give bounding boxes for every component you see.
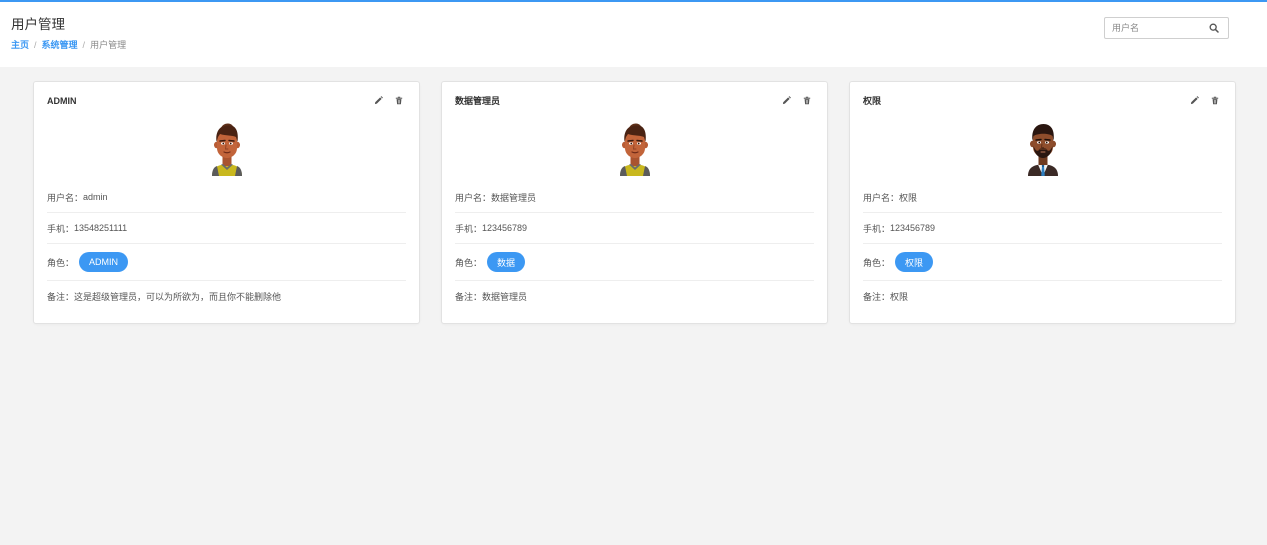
phone-row: 手机： 123456789 [863, 213, 1222, 244]
breadcrumb: 主页 / 系统管理 / 用户管理 [11, 40, 126, 51]
pencil-icon[interactable] [1190, 96, 1199, 105]
user-card: 数据管理员 用户名： 数据管理员 手机： 123456789 角色： 数据 备注… [441, 81, 828, 324]
user-card: 权限 用户名： 权限 手机： 123456789 角色： 权限 备注： 权限 [849, 81, 1236, 324]
phone-row: 手机： 13548251111 [47, 213, 406, 244]
role-label: 角色： [47, 257, 75, 268]
avatar-yellow-shirt-icon [619, 123, 650, 176]
avatar-container [47, 119, 406, 182]
username-row: 用户名： 数据管理员 [455, 182, 814, 213]
phone-value: 123456789 [890, 223, 936, 233]
user-card-grid: ADMIN 用户名： admin 手机： 13548251111 角色： ADM… [33, 81, 1236, 324]
role-badge: 权限 [895, 252, 934, 272]
username-row: 用户名： 权限 [863, 182, 1222, 213]
trash-icon[interactable] [803, 96, 811, 105]
username-value: admin [83, 192, 108, 202]
search-input[interactable] [1105, 18, 1205, 38]
username-row: 用户名： admin [47, 182, 406, 213]
role-row: 角色： 数据 [455, 244, 814, 281]
breadcrumb-system-management[interactable]: 系统管理 [42, 40, 78, 51]
phone-label: 手机： [863, 223, 891, 234]
avatar-yellow-shirt-icon [211, 123, 242, 176]
username-label: 用户名： [455, 192, 492, 203]
card-title: ADMIN [47, 95, 77, 106]
username-label: 用户名： [863, 192, 900, 203]
card-actions [1190, 96, 1219, 105]
note-row: 备注： 这是超级管理员，可以为所欲为，而且你不能删除他 [47, 281, 406, 311]
username-value: 数据管理员 [491, 192, 537, 203]
search-box [1104, 17, 1229, 39]
note-value: 权限 [890, 291, 909, 302]
card-title: 权限 [863, 96, 882, 106]
card-actions [374, 96, 403, 105]
phone-value: 13548251111 [74, 223, 128, 233]
card-header: ADMIN [47, 82, 406, 119]
note-label: 备注： [455, 291, 483, 302]
breadcrumb-home[interactable]: 主页 [11, 40, 29, 51]
card-header: 数据管理员 [455, 82, 814, 119]
username-label: 用户名： [47, 192, 84, 203]
card-header: 权限 [863, 82, 1222, 119]
role-row: 角色： 权限 [863, 244, 1222, 281]
phone-value: 123456789 [482, 223, 528, 233]
pencil-icon[interactable] [374, 96, 383, 105]
role-badge: 数据 [487, 252, 526, 272]
username-value: 权限 [899, 192, 918, 203]
avatar-suit-tie-icon [1027, 124, 1058, 176]
note-row: 备注： 数据管理员 [455, 281, 814, 311]
page-title: 用户管理 [11, 17, 65, 32]
user-card: ADMIN 用户名： admin 手机： 13548251111 角色： ADM… [33, 81, 420, 324]
role-label: 角色： [863, 257, 891, 268]
pencil-icon[interactable] [782, 96, 791, 105]
breadcrumb-current: 用户管理 [90, 40, 127, 50]
page-header: 用户管理 主页 / 系统管理 / 用户管理 [0, 2, 1267, 67]
note-value: 这是超级管理员，可以为所欲为，而且你不能删除他 [74, 291, 282, 302]
role-row: 角色： ADMIN [47, 244, 406, 281]
phone-label: 手机： [47, 223, 75, 234]
search-icon[interactable] [1209, 23, 1219, 33]
role-badge: ADMIN [79, 252, 129, 272]
phone-label: 手机： [455, 223, 483, 234]
phone-row: 手机： 123456789 [455, 213, 814, 244]
note-label: 备注： [863, 291, 891, 302]
note-row: 备注： 权限 [863, 281, 1222, 311]
breadcrumb-separator: / [34, 40, 37, 50]
avatar-container [863, 119, 1222, 182]
note-value: 数据管理员 [482, 291, 528, 302]
avatar-container [455, 119, 814, 182]
note-label: 备注： [47, 291, 75, 302]
trash-icon[interactable] [395, 96, 403, 105]
trash-icon[interactable] [1211, 96, 1219, 105]
card-actions [782, 96, 811, 105]
card-title: 数据管理员 [455, 96, 501, 106]
breadcrumb-separator: / [82, 40, 86, 50]
role-label: 角色： [455, 257, 483, 268]
